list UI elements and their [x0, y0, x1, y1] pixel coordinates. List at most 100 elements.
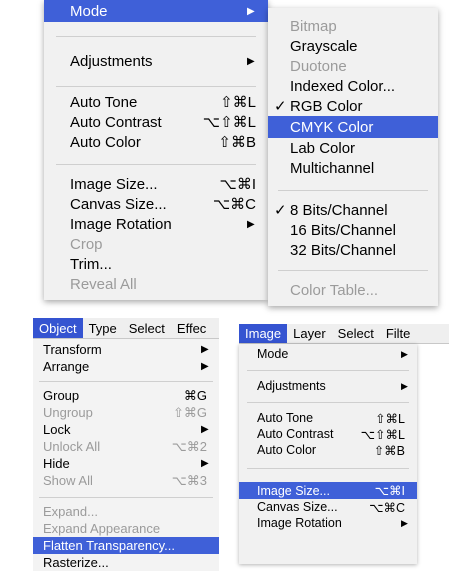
menu-item-image-rotation[interactable]: Image Rotation ▶ [239, 515, 417, 531]
menu-item-auto-color[interactable]: Auto Color ⇧⌘B [239, 442, 417, 458]
shortcut-label: ⌥⇧⌘L [202, 114, 256, 131]
submenu-item-cmyk-color[interactable]: CMYK Color [268, 116, 438, 138]
submenu-arrow-icon: ▶ [247, 5, 255, 17]
menu-item-show-all[interactable]: Show All ⌥⌘3 [33, 472, 219, 489]
menubar-select[interactable]: Select [123, 318, 171, 338]
menu-item-label: RGB Color [290, 97, 363, 115]
shortcut-label: ⌥⌘I [374, 484, 405, 498]
menu-item-rasterize[interactable]: Rasterize... [33, 554, 219, 571]
object-menu: Transform ▶ Arrange ▶ Group ⌘G Ungroup ⇧… [33, 339, 219, 571]
menubar-effect[interactable]: Effec [171, 318, 212, 338]
submenu-item-lab-color[interactable]: Lab Color [268, 138, 438, 158]
menu-item-label: Adjustments [70, 52, 153, 70]
separator [247, 468, 409, 469]
menu-item-canvas-size[interactable]: Canvas Size... ⌥⌘C [44, 194, 268, 214]
image-menubar: Image Layer Select Filte [239, 324, 449, 344]
submenu-item-grayscale[interactable]: Grayscale [268, 36, 438, 56]
separator [56, 86, 256, 87]
shortcut-label: ⌘G [183, 387, 207, 403]
menu-item-label: Auto Color [70, 133, 141, 151]
menu-item-label: Image Size... [70, 175, 158, 193]
menu-item-hide[interactable]: Hide ▶ [33, 455, 219, 472]
submenu-arrow-icon: ▶ [201, 424, 209, 435]
menubar-select[interactable]: Select [332, 324, 380, 343]
menu-item-label: Auto Contrast [70, 113, 162, 131]
menu-item-auto-tone[interactable]: Auto Tone ⇧⌘L [44, 92, 268, 112]
menu-item-expand[interactable]: Expand... [33, 503, 219, 520]
separator [247, 370, 409, 371]
menu-item-crop[interactable]: Crop [44, 234, 268, 254]
menu-item-label: Mode [70, 2, 108, 20]
separator [39, 381, 213, 382]
menu-item-image-rotation[interactable]: Image Rotation ▶ [44, 214, 268, 234]
separator [247, 402, 409, 403]
image-menu-large: Mode ▶ Adjustments ▶ Auto Tone ⇧⌘L Auto … [44, 0, 268, 300]
submenu-item-multichannel[interactable]: Multichannel [268, 158, 438, 178]
menu-item-label: Transform [43, 342, 102, 357]
menu-item-auto-color[interactable]: Auto Color ⇧⌘B [44, 132, 268, 152]
menu-item-label: Auto Contrast [257, 427, 334, 441]
menu-item-label: Auto Tone [70, 93, 138, 111]
submenu-item-32-bits[interactable]: 32 Bits/Channel [268, 240, 438, 260]
shortcut-label: ⇧⌘L [220, 94, 256, 111]
menubar-filter[interactable]: Filte [380, 324, 417, 343]
mode-submenu: Bitmap Grayscale Duotone Indexed Color..… [268, 8, 438, 306]
menu-item-adjustments[interactable]: Adjustments ▶ [44, 50, 268, 72]
submenu-item-rgb-color[interactable]: ✓ RGB Color [268, 96, 438, 116]
menu-item-label: Grayscale [290, 37, 358, 55]
submenu-arrow-icon: ▶ [401, 517, 408, 528]
menu-item-expand-appearance[interactable]: Expand Appearance [33, 520, 219, 537]
submenu-item-8-bits[interactable]: ✓ 8 Bits/Channel [268, 200, 438, 220]
menu-item-auto-contrast[interactable]: Auto Contrast ⌥⇧⌘L [44, 112, 268, 132]
menu-item-image-size[interactable]: Image Size... ⌥⌘I [239, 482, 417, 499]
menu-item-label: 32 Bits/Channel [290, 241, 396, 259]
menu-item-label: Duotone [290, 57, 347, 75]
menu-item-label: Expand... [43, 504, 98, 519]
menu-item-trim[interactable]: Trim... [44, 254, 268, 274]
menu-item-auto-tone[interactable]: Auto Tone ⇧⌘L [239, 410, 417, 426]
separator [56, 164, 256, 165]
menubar-image[interactable]: Image [239, 324, 288, 343]
checkmark-icon: ✓ [274, 98, 287, 115]
menu-item-label: 8 Bits/Channel [290, 201, 388, 219]
menu-item-image-size[interactable]: Image Size... ⌥⌘I [44, 174, 268, 194]
menu-item-label: Indexed Color... [290, 77, 396, 95]
menu-item-label: Bitmap [290, 17, 337, 35]
menubar-object[interactable]: Object [33, 318, 83, 338]
menu-item-reveal-all[interactable]: Reveal All [44, 274, 268, 294]
menu-item-label: Expand Appearance [43, 521, 161, 536]
submenu-item-duotone[interactable]: Duotone [268, 56, 438, 76]
menu-item-ungroup[interactable]: Ungroup ⇧⌘G [33, 404, 219, 421]
menu-item-auto-contrast[interactable]: Auto Contrast ⌥⇧⌘L [239, 426, 417, 442]
menu-item-mode[interactable]: Mode ▶ [44, 0, 268, 22]
submenu-item-indexed-color[interactable]: Indexed Color... [268, 76, 438, 96]
submenu-item-color-table[interactable]: Color Table... [268, 280, 438, 300]
menu-item-arrange[interactable]: Arrange ▶ [33, 358, 219, 375]
menu-item-unlock-all[interactable]: Unlock All ⌥⌘2 [33, 438, 219, 455]
submenu-item-bitmap[interactable]: Bitmap [268, 16, 438, 36]
submenu-arrow-icon: ▶ [247, 55, 255, 67]
menu-item-adjustments[interactable]: Adjustments ▶ [239, 378, 417, 394]
menu-item-label: Lab Color [290, 139, 356, 157]
menu-item-transform[interactable]: Transform ▶ [33, 341, 219, 358]
menu-item-label: Rasterize... [43, 555, 109, 570]
menubar-type[interactable]: Type [83, 318, 123, 338]
menu-item-lock[interactable]: Lock ▶ [33, 421, 219, 438]
menu-item-canvas-size[interactable]: Canvas Size... ⌥⌘C [239, 499, 417, 515]
menu-item-label: Adjustments [257, 379, 326, 393]
submenu-item-16-bits[interactable]: 16 Bits/Channel [268, 220, 438, 240]
submenu-arrow-icon: ▶ [201, 361, 209, 372]
menu-item-mode[interactable]: Mode ▶ [239, 346, 417, 362]
menu-item-label: Canvas Size... [70, 195, 167, 213]
shortcut-label: ⌥⇧⌘L [360, 427, 405, 442]
shortcut-label: ⇧⌘L [375, 411, 405, 426]
menu-item-group[interactable]: Group ⌘G [33, 387, 219, 404]
menubar-layer[interactable]: Layer [287, 324, 332, 343]
separator [56, 36, 256, 37]
menu-item-label: Flatten Transparency... [43, 538, 175, 553]
menu-item-label: Image Rotation [257, 516, 342, 530]
menu-item-label: Group [43, 388, 80, 403]
shortcut-label: ⌥⌘C [212, 196, 256, 213]
menu-item-flatten-transparency[interactable]: Flatten Transparency... [33, 537, 219, 554]
menu-item-label: Canvas Size... [257, 500, 338, 514]
